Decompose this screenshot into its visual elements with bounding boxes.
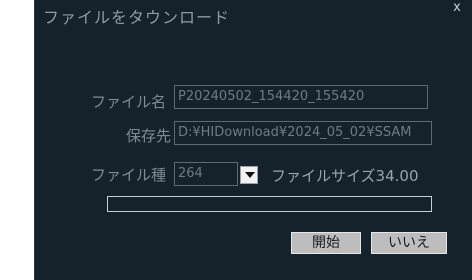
filetype-select[interactable]: 264 — [174, 162, 238, 186]
filename-label: ファイル名 — [91, 93, 167, 111]
download-progress-bar — [107, 196, 432, 212]
dialog-title: ファイルをタウンロード — [43, 8, 231, 27]
no-button[interactable]: いいえ — [371, 232, 447, 254]
download-dialog: ファイルをタウンロード x ファイル名 P20240502_154420_155… — [34, 0, 472, 280]
close-button[interactable]: x — [441, 0, 472, 16]
start-button[interactable]: 開始 — [291, 232, 361, 254]
save-location-field[interactable]: D:¥HIDownload¥2024_05_02¥SSAM — [174, 121, 432, 145]
save-location-label: 保存先 — [126, 127, 172, 145]
filename-field[interactable]: P20240502_154420_155420 — [174, 85, 428, 109]
filesize-text: ファイルサイズ34.00 — [271, 167, 419, 185]
chevron-down-icon[interactable] — [240, 166, 258, 184]
filetype-label: ファイル種 — [91, 166, 167, 184]
